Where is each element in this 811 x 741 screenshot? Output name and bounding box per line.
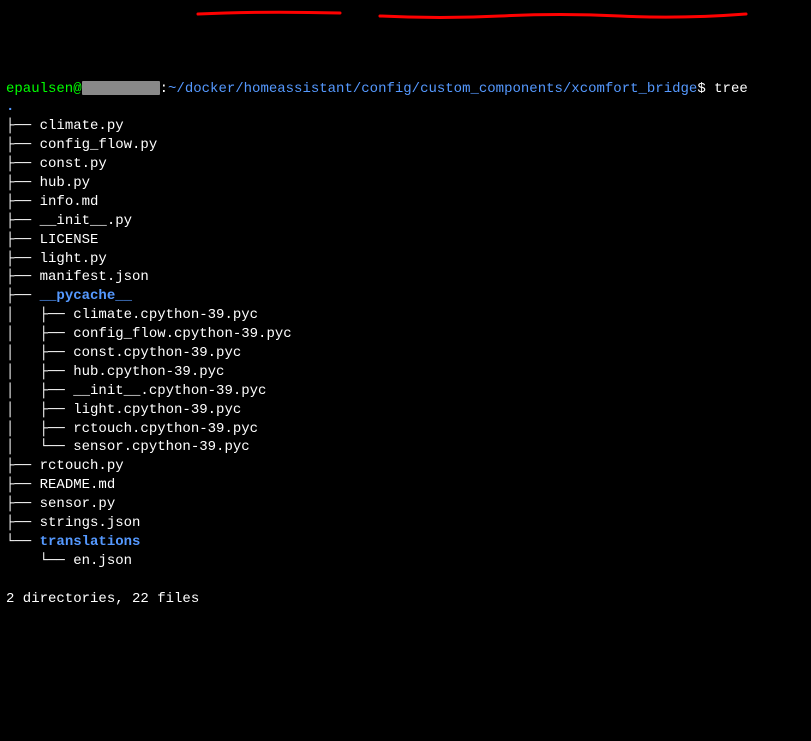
tree-prefix: ├──	[6, 194, 40, 210]
tree-item: sensor.cpython-39.pyc	[73, 439, 249, 455]
tree-prefix: ├──	[6, 477, 40, 493]
tree-item: config_flow.py	[40, 137, 158, 153]
tree-prefix: ├──	[6, 496, 40, 512]
tree-prefix: │ ├──	[6, 364, 73, 380]
tree-item: __init__.cpython-39.pyc	[73, 383, 266, 399]
tree-item: en.json	[73, 553, 132, 569]
prompt-host-redacted	[82, 81, 160, 95]
tree-item: hub.py	[40, 175, 90, 191]
tree-prefix: ├──	[6, 175, 40, 191]
tree-item: strings.json	[40, 515, 141, 531]
tree-item: rctouch.py	[40, 458, 124, 474]
tree-prefix: │ └──	[6, 439, 73, 455]
tree-item: README.md	[40, 477, 116, 493]
tree-prefix: ├──	[6, 269, 40, 285]
tree-item: const.cpython-39.pyc	[73, 345, 241, 361]
prompt-line: epaulsen@:~/docker/homeassistant/config/…	[6, 81, 748, 97]
prompt-at: @	[73, 81, 81, 97]
tree-item: __pycache__	[40, 288, 132, 304]
command: tree	[714, 81, 748, 97]
tree-prefix: │ ├──	[6, 326, 73, 342]
tree-item: rctouch.cpython-39.pyc	[73, 421, 258, 437]
tree-root-dot: .	[6, 99, 14, 115]
tree-prefix: ├──	[6, 232, 40, 248]
tree-item: light.py	[40, 251, 107, 267]
tree-prefix: │ ├──	[6, 421, 73, 437]
tree-item: const.py	[40, 156, 107, 172]
tree-prefix: ├──	[6, 251, 40, 267]
tree-item: climate.py	[40, 118, 124, 134]
tree-prefix: │ ├──	[6, 307, 73, 323]
tree-prefix: │ ├──	[6, 402, 73, 418]
tree-item: translations	[40, 534, 141, 550]
tree-prefix: ├──	[6, 458, 40, 474]
tree-prefix: ├──	[6, 288, 40, 304]
tree-prefix: │ ├──	[6, 345, 73, 361]
tree-item: info.md	[40, 194, 99, 210]
tree-prefix: ├──	[6, 156, 40, 172]
tree-item: climate.cpython-39.pyc	[73, 307, 258, 323]
prompt-path: ~/docker/homeassistant/config/custom_com…	[168, 81, 697, 97]
tree-item: light.cpython-39.pyc	[73, 402, 241, 418]
prompt-dollar: $	[697, 81, 705, 97]
tree-prefix: ├──	[6, 213, 40, 229]
prompt-user: epaulsen	[6, 81, 73, 97]
tree-item: config_flow.cpython-39.pyc	[73, 326, 291, 342]
tree-summary: 2 directories, 22 files	[6, 591, 199, 607]
tree-item: LICENSE	[40, 232, 99, 248]
tree-item: sensor.py	[40, 496, 116, 512]
tree-prefix: ├──	[6, 118, 40, 134]
tree-prefix: ├──	[6, 515, 40, 531]
terminal[interactable]: epaulsen@:~/docker/homeassistant/config/…	[6, 80, 805, 609]
tree-item: hub.cpython-39.pyc	[73, 364, 224, 380]
tree-item: manifest.json	[40, 269, 149, 285]
prompt-colon: :	[160, 81, 168, 97]
tree-prefix: │ ├──	[6, 383, 73, 399]
tree-prefix: └──	[6, 534, 40, 550]
tree-item: __init__.py	[40, 213, 132, 229]
tree-output: ├── climate.py ├── config_flow.py ├── co…	[6, 117, 805, 570]
tree-prefix: └──	[6, 553, 73, 569]
tree-prefix: ├──	[6, 137, 40, 153]
